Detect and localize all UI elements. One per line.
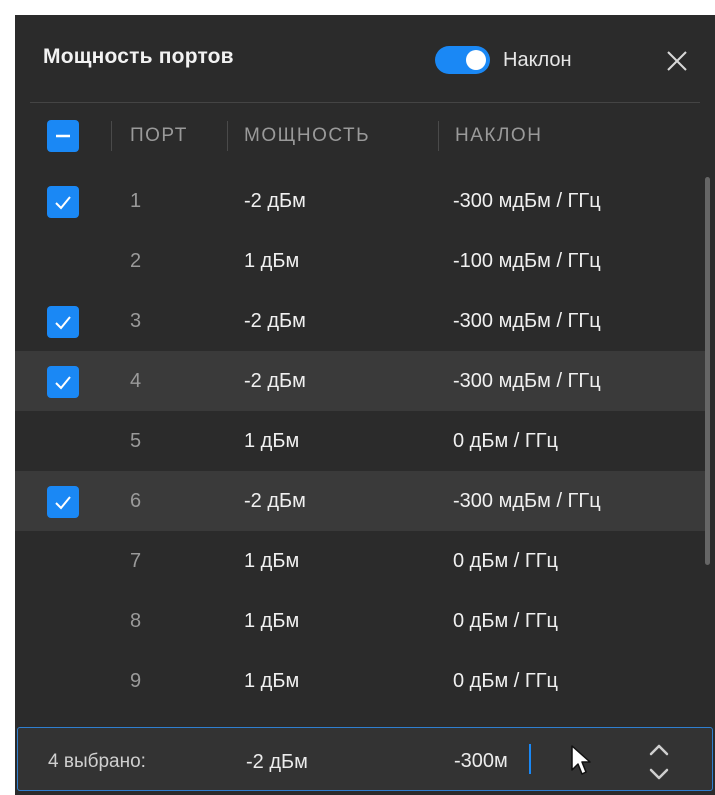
mouse-pointer-icon (571, 745, 591, 775)
port-slope: 0 дБм / ГГц (453, 610, 559, 632)
port-row[interactable]: 9 1 дБм 0 дБм / ГГц (15, 651, 705, 711)
slope-toggle-label: Наклон (503, 49, 572, 71)
check-icon (55, 376, 71, 390)
port-slope: 0 дБм / ГГц (453, 670, 559, 692)
port-row[interactable]: 8 1 дБм 0 дБм / ГГц (15, 591, 705, 651)
port-slope: 0 дБм / ГГц (453, 430, 559, 452)
port-slope: -300 мдБм / ГГц (453, 490, 601, 512)
port-number: 7 (130, 550, 142, 572)
row-checkbox[interactable] (47, 486, 79, 518)
selected-count-label: 4 выбрано: (48, 751, 146, 772)
port-power: 1 дБм (244, 250, 300, 272)
port-number: 3 (130, 310, 142, 332)
port-power: 1 дБм (244, 670, 300, 692)
port-power: 1 дБм (244, 430, 300, 452)
port-power: -2 дБм (244, 490, 306, 512)
port-power-dialog: Мощность портов Наклон ПОРТ МОЩНОСТЬ НАК… (15, 15, 715, 795)
value-stepper[interactable] (644, 740, 674, 784)
port-number: 8 (130, 610, 142, 632)
port-row[interactable]: 5 1 дБм 0 дБм / ГГц (15, 411, 705, 471)
port-power: -2 дБм (244, 370, 306, 392)
column-separator (227, 121, 228, 151)
port-slope: -300 мдБм / ГГц (453, 370, 601, 392)
close-icon (667, 51, 687, 71)
dialog-header: Мощность портов Наклон (15, 15, 715, 103)
dialog-title: Мощность портов (43, 45, 234, 68)
selection-editor: 4 выбрано: -2 дБм (17, 727, 713, 791)
port-row[interactable]: 1 -2 дБм -300 мдБм / ГГц (15, 171, 705, 231)
toggle-knob (466, 50, 486, 70)
port-number: 2 (130, 250, 142, 272)
row-checkbox[interactable] (47, 366, 79, 398)
check-icon (55, 496, 71, 510)
slope-toggle[interactable] (435, 46, 490, 74)
port-row[interactable]: 7 1 дБм 0 дБм / ГГц (15, 531, 705, 591)
port-power: -2 дБм (244, 190, 306, 212)
port-list: 1 -2 дБм -300 мдБм / ГГц 2 1 дБм -100 мд… (15, 171, 715, 711)
chevron-up-down-icon (649, 744, 669, 780)
port-number: 5 (130, 430, 142, 452)
port-slope: 0 дБм / ГГц (453, 550, 559, 572)
minus-icon (56, 134, 70, 138)
port-row[interactable]: 4 -2 дБм -300 мдБм / ГГц (15, 351, 705, 411)
port-row[interactable]: 2 1 дБм -100 мдБм / ГГц (15, 231, 705, 291)
port-number: 6 (130, 490, 142, 512)
check-icon (55, 196, 71, 210)
column-port-header: ПОРТ (130, 125, 188, 146)
port-power: -2 дБм (244, 310, 306, 332)
port-power: 1 дБм (244, 550, 300, 572)
port-slope: -300 мдБм / ГГц (453, 190, 601, 212)
port-row[interactable]: 3 -2 дБм -300 мдБм / ГГц (15, 291, 705, 351)
check-icon (55, 316, 71, 330)
column-power-header: МОЩНОСТЬ (244, 125, 371, 146)
selected-power-value[interactable]: -2 дБм (246, 751, 308, 774)
row-checkbox[interactable] (47, 186, 79, 218)
select-all-checkbox[interactable] (47, 120, 79, 152)
port-number: 4 (130, 370, 142, 392)
row-checkbox[interactable] (47, 306, 79, 338)
list-scrollbar[interactable] (705, 177, 710, 565)
header-divider (30, 102, 700, 103)
port-row[interactable]: 6 -2 дБм -300 мдБм / ГГц (15, 471, 705, 531)
column-header-row: ПОРТ МОЩНОСТЬ НАКЛОН (15, 107, 715, 165)
column-separator (438, 121, 439, 151)
port-slope: -100 мдБм / ГГц (453, 250, 601, 272)
text-caret (529, 744, 531, 774)
port-slope: -300 мдБм / ГГц (453, 310, 601, 332)
port-number: 1 (130, 190, 142, 212)
column-slope-header: НАКЛОН (455, 125, 543, 146)
port-number: 9 (130, 670, 142, 692)
port-power: 1 дБм (244, 610, 300, 632)
column-separator (111, 121, 112, 151)
close-button[interactable] (663, 47, 691, 75)
